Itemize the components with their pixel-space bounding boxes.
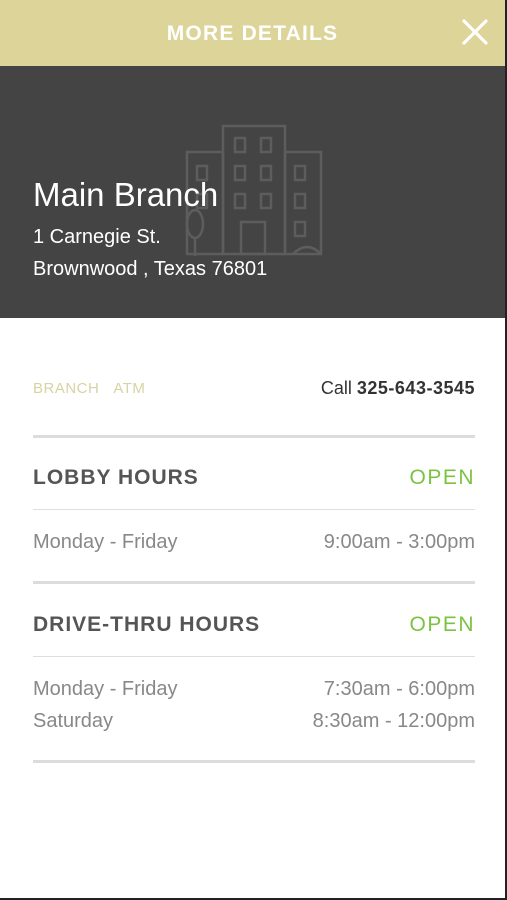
location-type-tabs: BRANCH ATM xyxy=(33,380,145,397)
drive-thru-hours: 7:30am - 6:00pm xyxy=(323,678,475,700)
lobby-status-badge: OPEN xyxy=(409,466,475,489)
header-bar: MORE DETAILS xyxy=(0,0,505,66)
drive-thru-status-badge: OPEN xyxy=(409,613,475,636)
divider xyxy=(33,509,475,510)
tab-branch[interactable]: BRANCH xyxy=(33,380,99,397)
drive-thru-days: Monday - Friday xyxy=(33,678,178,700)
phone-number: 325-643-3545 xyxy=(356,378,475,398)
divider xyxy=(33,656,475,657)
address-line1: 1 Carnegie St. xyxy=(33,226,161,248)
drive-thru-hours: 8:30am - 12:00pm xyxy=(312,710,475,732)
tab-atm[interactable]: ATM xyxy=(113,380,145,397)
drive-thru-days: Saturday xyxy=(33,710,114,732)
call-label: Call xyxy=(320,378,352,398)
address-line2: Brownwood , Texas 76801 xyxy=(33,258,268,280)
lobby-hours: 9:00am - 3:00pm xyxy=(323,531,475,553)
divider xyxy=(33,581,475,584)
header-title: MORE DETAILS xyxy=(166,22,339,45)
lobby-days: Monday - Friday xyxy=(33,531,178,553)
divider xyxy=(33,435,475,438)
drive-thru-hours-title: DRIVE-THRU HOURS xyxy=(33,613,261,636)
divider xyxy=(33,760,475,763)
branch-name: Main Branch xyxy=(33,176,219,213)
lobby-hours-title: LOBBY HOURS xyxy=(33,466,199,489)
branch-hero: Main Branch 1 Carnegie St. Brownwood , T… xyxy=(0,66,505,318)
call-link[interactable]: Call 325-643-3545 xyxy=(321,378,475,399)
close-icon[interactable] xyxy=(461,18,489,46)
